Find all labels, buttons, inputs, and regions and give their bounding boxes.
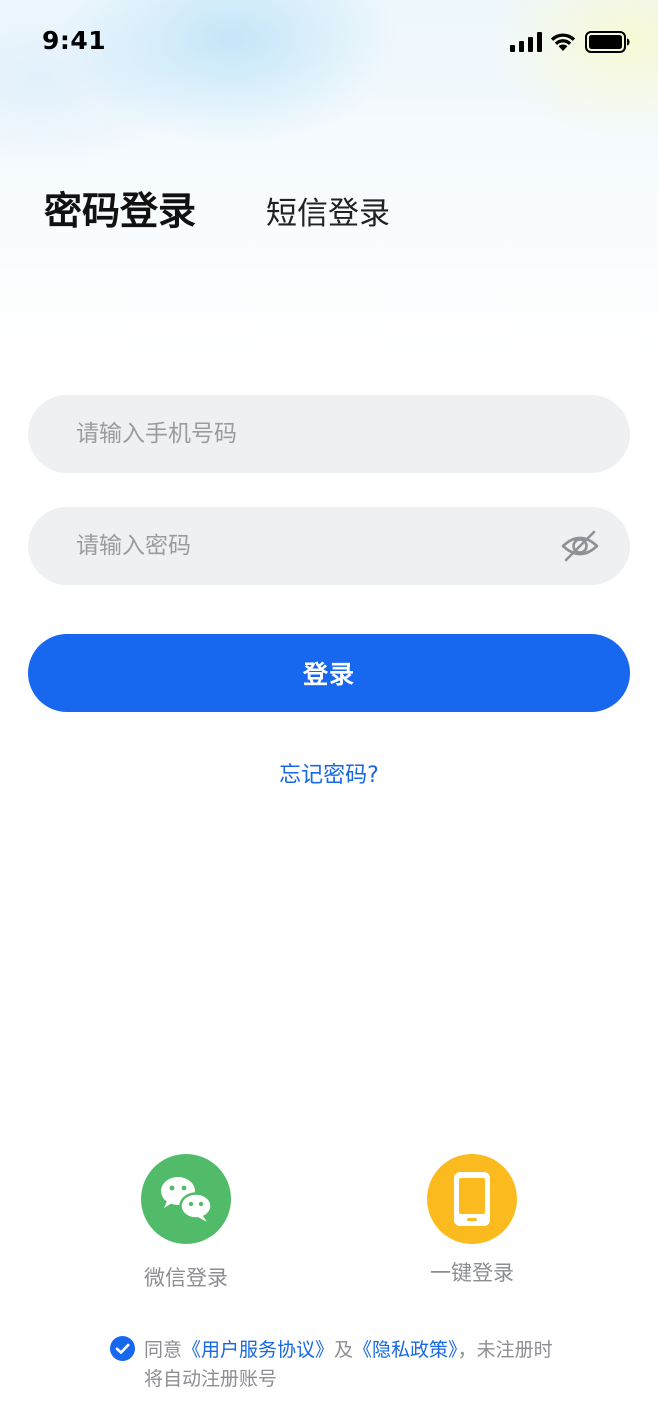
status-time: 9:41 — [42, 26, 107, 55]
tab-sms-login[interactable]: 短信登录 — [266, 188, 390, 233]
one-click-login-button[interactable]: 一键登录 — [372, 1154, 572, 1287]
checkbox-checked-icon[interactable] — [110, 1336, 135, 1361]
battery-icon — [585, 31, 630, 53]
login-button[interactable]: 登录 — [28, 634, 630, 712]
tab-password-login[interactable]: 密码登录 — [44, 180, 196, 235]
one-click-login-circle[interactable] — [427, 1154, 517, 1244]
signal-icon — [510, 32, 542, 52]
password-input[interactable] — [76, 507, 556, 585]
wechat-login-button[interactable]: 微信登录 — [86, 1154, 286, 1292]
phone-field — [28, 395, 630, 473]
forgot-password-link[interactable]: 忘记密码? — [0, 757, 658, 789]
phone-input[interactable] — [76, 395, 556, 473]
one-click-login-label: 一键登录 — [430, 1261, 514, 1285]
wechat-icon — [161, 1177, 213, 1222]
agreement-middle: 及 — [334, 1339, 354, 1361]
terms-of-service-link[interactable]: 《用户服务协议》 — [182, 1339, 334, 1361]
login-page: 9:41 密码登录 短信登录 登录 — [0, 0, 658, 1425]
wechat-login-label: 微信登录 — [144, 1266, 228, 1290]
status-bar: 9:41 — [0, 0, 658, 84]
check-mark-icon — [115, 1343, 130, 1354]
password-field — [28, 507, 630, 585]
agreement-prefix: 同意 — [144, 1339, 183, 1361]
agreement-text: 同意《用户服务协议》及《隐私政策》，未注册时将自动注册账号 — [144, 1336, 564, 1394]
eye-off-icon[interactable] — [560, 529, 600, 563]
phone-icon — [454, 1172, 490, 1226]
wechat-login-circle[interactable] — [141, 1154, 231, 1244]
privacy-policy-link[interactable]: 《隐私政策》 — [353, 1339, 458, 1361]
wifi-icon — [550, 33, 576, 51]
